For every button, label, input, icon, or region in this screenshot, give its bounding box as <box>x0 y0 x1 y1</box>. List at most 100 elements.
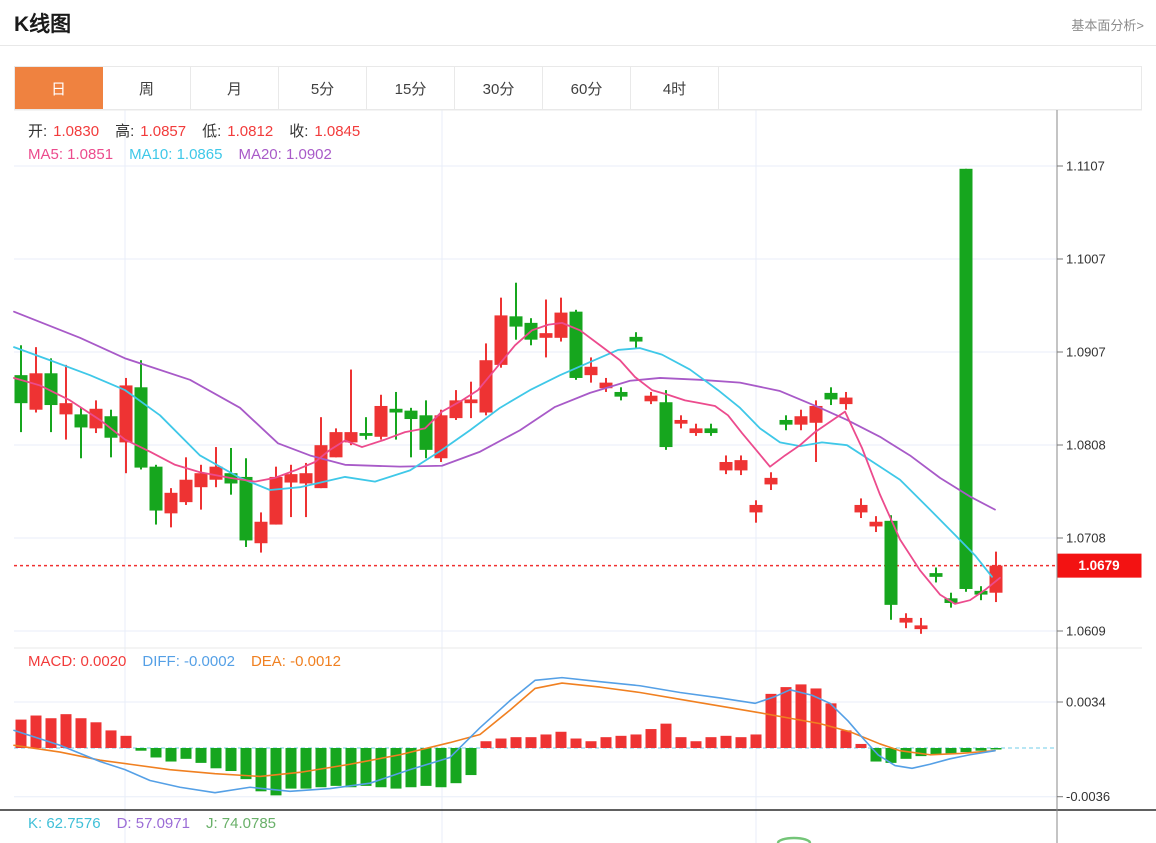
candle-body[interactable] <box>389 408 403 413</box>
period-tab-月[interactable]: 月 <box>191 67 279 109</box>
candle-body[interactable] <box>149 466 163 511</box>
svg-text:1.0679: 1.0679 <box>1078 558 1119 573</box>
candle-body[interactable] <box>419 415 433 450</box>
candle-body[interactable] <box>509 316 523 327</box>
candle-body[interactable] <box>824 392 838 400</box>
candle-body[interactable] <box>209 466 223 480</box>
candle-body[interactable] <box>329 432 343 458</box>
ma5-line <box>13 321 1001 605</box>
ohlc-info-row: 开: 1.0830 高: 1.0857 低: 1.0812 收: 1.0845 <box>28 120 376 141</box>
candle-body[interactable] <box>104 416 118 438</box>
period-tab-周[interactable]: 周 <box>103 67 191 109</box>
candle-body[interactable] <box>164 492 178 514</box>
candle-body[interactable] <box>179 479 193 503</box>
period-tab-bar: 日周月 5分 15分 30分 60分 4时 <box>14 66 1142 110</box>
candle-body[interactable] <box>584 366 598 376</box>
candle-body[interactable] <box>404 410 418 420</box>
macd-bar <box>165 748 177 762</box>
period-tab-60分[interactable]: 60分 <box>543 67 631 109</box>
candle-body[interactable] <box>74 414 88 428</box>
svg-text:0.0034: 0.0034 <box>1066 694 1106 709</box>
candle-body[interactable] <box>269 476 283 525</box>
macd-bar <box>420 748 432 786</box>
period-tab-15分[interactable]: 15分 <box>367 67 455 109</box>
macd-bar <box>270 748 282 796</box>
kdj-value-0: K: 62.7576 <box>28 815 101 832</box>
macd-bar <box>645 729 657 748</box>
candle-body[interactable] <box>704 428 718 434</box>
candle-body[interactable] <box>899 617 913 623</box>
candle-body[interactable] <box>629 336 643 342</box>
candle-body[interactable] <box>59 403 73 415</box>
candle-body[interactable] <box>254 521 268 544</box>
macd-bar <box>630 734 642 748</box>
macd-bar <box>750 734 762 748</box>
period-tab-4时[interactable]: 4时 <box>631 67 719 109</box>
candle-body[interactable] <box>299 473 313 484</box>
period-tab-5分[interactable]: 5分 <box>279 67 367 109</box>
candle-body[interactable] <box>749 504 763 513</box>
kdj-value-1: D: 57.0971 <box>116 815 190 832</box>
candle-body[interactable] <box>29 373 43 410</box>
candle-body[interactable] <box>89 408 103 429</box>
period-tab-30分[interactable]: 30分 <box>455 67 543 109</box>
macd-bar <box>210 748 222 769</box>
ohlc-value-2: 1.0812 <box>227 123 274 140</box>
candle-body[interactable] <box>434 415 448 459</box>
macd-bar <box>900 748 912 759</box>
macd-bar <box>285 748 297 789</box>
svg-text:1.0907: 1.0907 <box>1066 345 1106 360</box>
candle-body[interactable] <box>764 477 778 485</box>
candle-body[interactable] <box>644 395 658 402</box>
macd-bar <box>135 748 147 751</box>
macd-bar <box>90 722 102 748</box>
candle-body[interactable] <box>719 461 733 471</box>
candle-body[interactable] <box>779 419 793 425</box>
candle-body[interactable] <box>839 397 853 405</box>
macd-info-row: MACD: 0.0020 DIFF: -0.0002 DEA: -0.0012 <box>28 653 357 670</box>
candle-body[interactable] <box>194 473 208 488</box>
candle-body[interactable] <box>929 573 943 577</box>
macd-bar <box>660 723 672 748</box>
kline-page: K线图 基本面分析> 日周月 5分 15分 30分 60分 4时 1.1107 1.1007… <box>0 0 1156 843</box>
candle-body[interactable] <box>914 625 928 630</box>
candlesticks[interactable] <box>14 168 1003 634</box>
ohlc-value-0: 1.0830 <box>53 123 100 140</box>
candle-body[interactable] <box>869 521 883 527</box>
ma-value-0: MA5: 1.0851 <box>28 146 114 163</box>
candle-body[interactable] <box>539 333 553 338</box>
kdj-panel-preview <box>776 836 812 843</box>
candle-body[interactable] <box>374 405 388 437</box>
candle-wick <box>545 299 547 358</box>
dea-line <box>13 682 996 778</box>
macd-bar <box>720 735 732 748</box>
candle-body[interactable] <box>794 416 808 425</box>
macd-bar <box>465 748 477 776</box>
candle-body[interactable] <box>464 399 478 404</box>
candle-body[interactable] <box>689 428 703 434</box>
tab-bar-filler <box>719 67 1141 109</box>
candle-body[interactable] <box>674 419 688 424</box>
macd-bar <box>855 743 867 748</box>
svg-text:1.0708: 1.0708 <box>1066 531 1106 546</box>
candle-body[interactable] <box>734 460 748 471</box>
candle-body[interactable] <box>614 391 628 397</box>
svg-text:-0.0036: -0.0036 <box>1066 789 1110 804</box>
candle-body[interactable] <box>884 520 898 605</box>
candle-body[interactable] <box>239 476 253 541</box>
candle-body[interactable] <box>989 565 1003 593</box>
candle-body[interactable] <box>659 402 673 448</box>
candle-body[interactable] <box>284 474 298 483</box>
macd-bar <box>510 737 522 748</box>
candle-body[interactable] <box>959 168 973 589</box>
macd-bar <box>255 748 267 792</box>
macd-bar <box>690 741 702 748</box>
candle-wick <box>515 282 517 340</box>
period-tab-日[interactable]: 日 <box>15 67 103 109</box>
macd-bar <box>75 718 87 748</box>
candle-body[interactable] <box>359 433 373 436</box>
macd-bar <box>735 737 747 748</box>
macd-bar <box>120 735 132 748</box>
candle-body[interactable] <box>854 504 868 513</box>
macd-axis-labels: 0.0034 -0.0036 <box>1057 694 1110 804</box>
